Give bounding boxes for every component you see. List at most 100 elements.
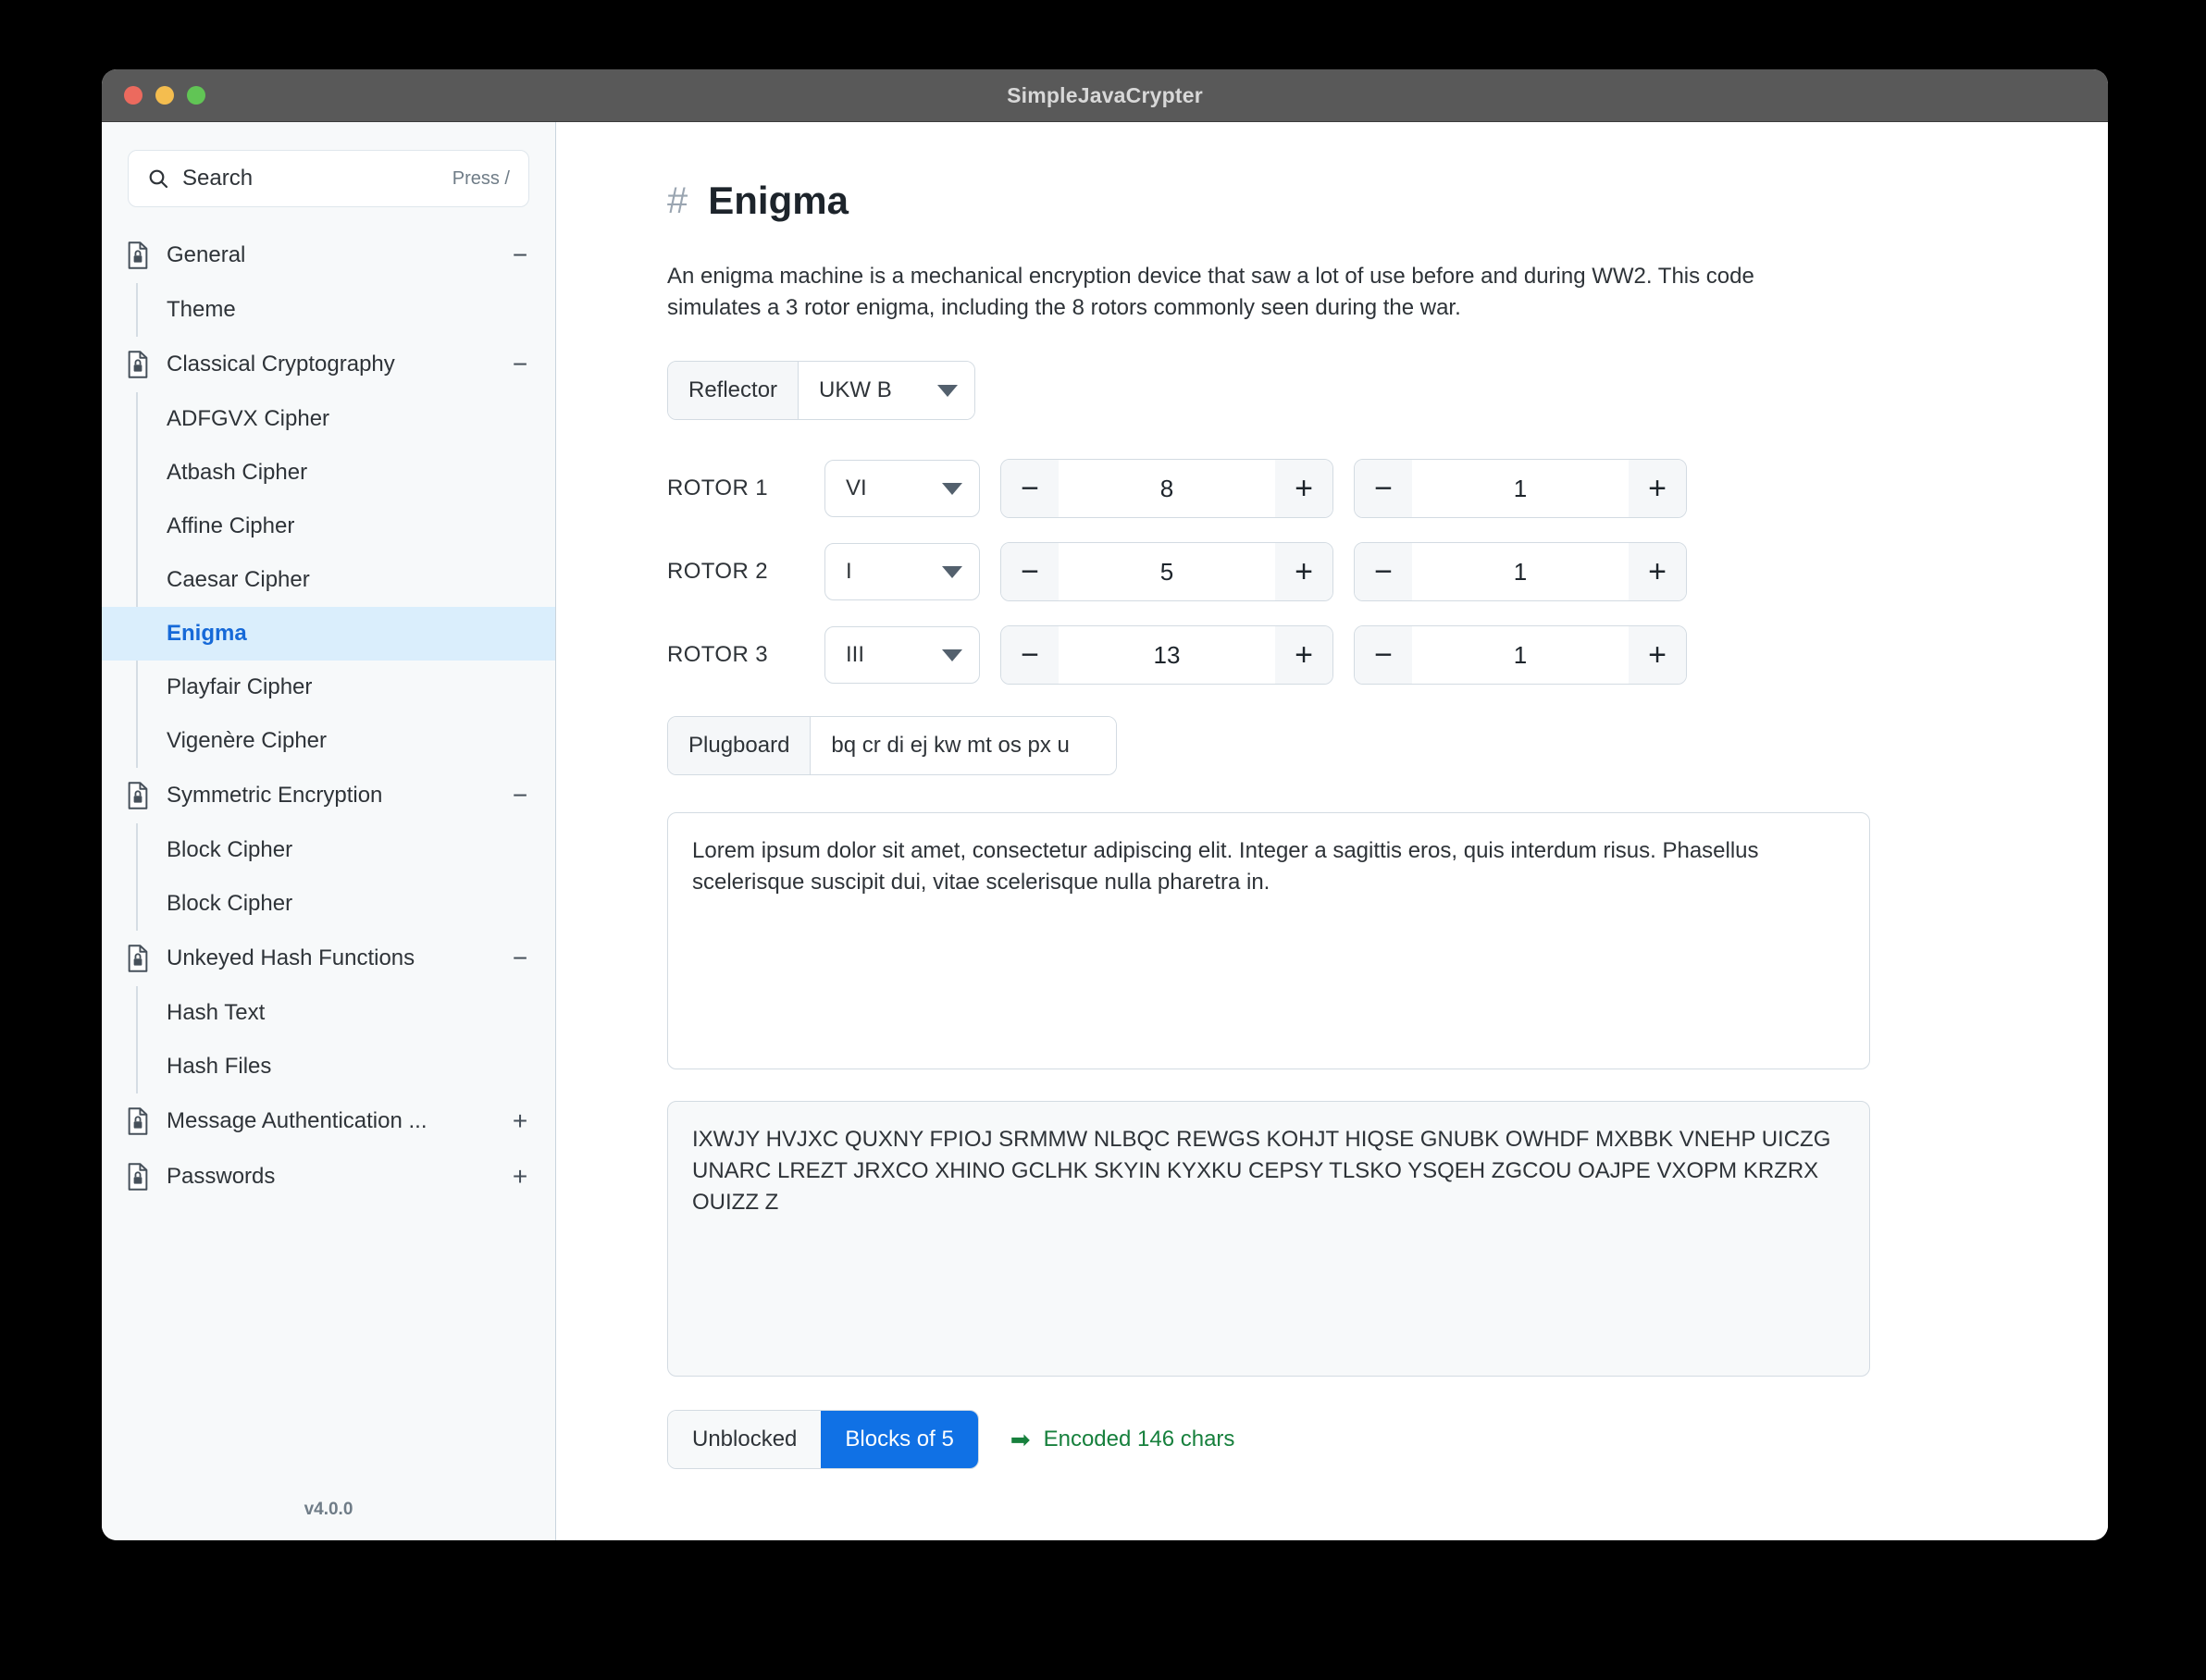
arrow-right-icon: ➡: [1010, 1427, 1031, 1451]
ciphertext-output[interactable]: IXWJY HVJXC QUXNY FPIOJ SRMMW NLBQC REWG…: [667, 1101, 1870, 1377]
rotor-position-value-2[interactable]: 1: [1412, 543, 1629, 600]
rotor-position-decrement-1[interactable]: −: [1355, 460, 1412, 517]
sidebar-group-label: General: [167, 242, 509, 268]
sidebar-group-message-authentication[interactable]: Message Authentication ...+: [102, 1093, 555, 1149]
status-badge: ➡ Encoded 146 chars: [1010, 1427, 1235, 1452]
rotor-type-select-2[interactable]: I: [824, 543, 980, 600]
maximize-icon[interactable]: [187, 86, 205, 105]
minimize-icon[interactable]: [155, 86, 174, 105]
sidebar-item-atbash-cipher[interactable]: Atbash Cipher: [102, 446, 555, 500]
plaintext-input[interactable]: Lorem ipsum dolor sit amet, consectetur …: [667, 812, 1870, 1069]
sidebar-group-toggle-icon[interactable]: −: [509, 783, 531, 809]
rotor-ring-increment-1[interactable]: +: [1275, 460, 1332, 517]
page-description: An enigma machine is a mechanical encryp…: [667, 261, 1842, 324]
rotor-row-3: ROTOR 3III−13+−1+: [667, 625, 2108, 685]
sidebar-group-label: Symmetric Encryption: [167, 783, 509, 809]
app-version: v4.0.0: [102, 1500, 555, 1540]
rotor-ring-decrement-3[interactable]: −: [1001, 626, 1059, 684]
document-lock-icon: [126, 1107, 150, 1135]
sidebar-nav: General−Theme Classical Cryptography−ADF…: [102, 228, 555, 1500]
chevron-down-icon: [942, 566, 962, 578]
rotor-list: ROTOR 1VI−8+−1+ROTOR 2I−5+−1+ROTOR 3III−…: [667, 459, 2108, 685]
rotor-ring-increment-2[interactable]: +: [1275, 543, 1332, 600]
window-title: SimpleJavaCrypter: [102, 83, 2108, 108]
application-window: SimpleJavaCrypter Search Press /: [102, 69, 2108, 1540]
document-lock-icon: [126, 782, 150, 809]
rotor-ring-stepper-2: −5+: [1000, 542, 1333, 601]
rotor-position-decrement-3[interactable]: −: [1355, 626, 1412, 684]
rotor-ring-decrement-2[interactable]: −: [1001, 543, 1059, 600]
sidebar-group-passwords[interactable]: Passwords+: [102, 1149, 555, 1204]
rotor-ring-value-2[interactable]: 5: [1059, 543, 1275, 600]
rotor-position-value-1[interactable]: 1: [1412, 460, 1629, 517]
rotor-ring-value-1[interactable]: 8: [1059, 460, 1275, 517]
sidebar-group-label: Classical Cryptography: [167, 352, 509, 377]
sidebar-item-vigen-re-cipher[interactable]: Vigenère Cipher: [102, 714, 555, 768]
rotor-position-value-3[interactable]: 1: [1412, 626, 1629, 684]
rotor-type-value-1: VI: [846, 476, 867, 501]
rotor-row-1: ROTOR 1VI−8+−1+: [667, 459, 2108, 518]
window-traffic-lights: [124, 86, 205, 105]
reflector-field: Reflector UKW B: [667, 361, 975, 420]
sidebar-group-items: Hash TextHash Files: [102, 986, 555, 1093]
block-mode-blocks-of-5-button[interactable]: Blocks of 5: [821, 1411, 977, 1468]
block-mode-unblocked-button[interactable]: Unblocked: [668, 1411, 821, 1468]
rotor-ring-value-3[interactable]: 13: [1059, 626, 1275, 684]
sidebar-item-playfair-cipher[interactable]: Playfair Cipher: [102, 661, 555, 714]
page-title: # Enigma: [667, 181, 2108, 220]
search-placeholder: Search: [182, 166, 452, 191]
plugboard-label: Plugboard: [668, 717, 811, 774]
rotor-position-stepper-1: −1+: [1354, 459, 1687, 518]
rotor-ring-decrement-1[interactable]: −: [1001, 460, 1059, 517]
rotor-ring-stepper-1: −8+: [1000, 459, 1333, 518]
sidebar-item-enigma[interactable]: Enigma: [102, 607, 555, 661]
sidebar-item-affine-cipher[interactable]: Affine Cipher: [102, 500, 555, 553]
sidebar-group-unkeyed-hash-functions[interactable]: Unkeyed Hash Functions−: [102, 931, 555, 986]
rotor-position-decrement-2[interactable]: −: [1355, 543, 1412, 600]
rotor-ring-stepper-3: −13+: [1000, 625, 1333, 685]
search-input[interactable]: Search Press /: [128, 150, 529, 207]
rotor-position-increment-2[interactable]: +: [1629, 543, 1686, 600]
rotor-type-select-3[interactable]: III: [824, 626, 980, 684]
main-content: # Enigma An enigma machine is a mechanic…: [556, 122, 2108, 1540]
sidebar-group-items: ADFGVX CipherAtbash CipherAffine CipherC…: [102, 392, 555, 768]
sidebar-item-adfgvx-cipher[interactable]: ADFGVX Cipher: [102, 392, 555, 446]
sidebar-group-toggle-icon[interactable]: −: [509, 352, 531, 377]
desktop-background: SimpleJavaCrypter Search Press /: [0, 0, 2206, 1680]
sidebar-group-general[interactable]: General−: [102, 228, 555, 283]
sidebar-item-hash-files[interactable]: Hash Files: [102, 1040, 555, 1093]
reflector-label: Reflector: [668, 362, 799, 419]
rotor-row-2: ROTOR 2I−5+−1+: [667, 542, 2108, 601]
hash-icon: #: [667, 182, 688, 219]
sidebar-group-toggle-icon[interactable]: −: [509, 945, 531, 971]
sidebar-group-toggle-icon[interactable]: +: [509, 1164, 531, 1190]
sidebar-group-items: Theme: [102, 283, 555, 337]
rotor-label-2: ROTOR 2: [667, 559, 804, 585]
document-lock-icon: [126, 351, 150, 378]
sidebar-item-block-cipher[interactable]: Block Cipher: [102, 877, 555, 931]
sidebar-group-classical-cryptography[interactable]: Classical Cryptography−: [102, 337, 555, 392]
sidebar-item-hash-text[interactable]: Hash Text: [102, 986, 555, 1040]
rotor-position-increment-3[interactable]: +: [1629, 626, 1686, 684]
chevron-down-icon: [942, 483, 962, 495]
document-lock-icon: [126, 241, 150, 269]
plugboard-input[interactable]: bq cr di ej kw mt os px u: [811, 717, 1116, 774]
sidebar-group-toggle-icon[interactable]: +: [509, 1108, 531, 1134]
sidebar-group-toggle-icon[interactable]: −: [509, 242, 531, 268]
sidebar-item-block-cipher[interactable]: Block Cipher: [102, 823, 555, 877]
rotor-ring-increment-3[interactable]: +: [1275, 626, 1332, 684]
close-icon[interactable]: [124, 86, 143, 105]
sidebar-group-items: Block CipherBlock Cipher: [102, 823, 555, 931]
search-icon: [147, 167, 169, 190]
rotor-type-select-1[interactable]: VI: [824, 460, 980, 517]
rotor-position-increment-1[interactable]: +: [1629, 460, 1686, 517]
rotor-type-value-3: III: [846, 642, 864, 668]
rotor-label-3: ROTOR 3: [667, 642, 804, 668]
sidebar-group-symmetric-encryption[interactable]: Symmetric Encryption−: [102, 768, 555, 823]
sidebar-group-label: Passwords: [167, 1164, 509, 1190]
sidebar-item-theme[interactable]: Theme: [102, 283, 555, 337]
sidebar-item-caesar-cipher[interactable]: Caesar Cipher: [102, 553, 555, 607]
reflector-select[interactable]: UKW B: [799, 362, 974, 419]
rotor-position-stepper-3: −1+: [1354, 625, 1687, 685]
page-title-text: Enigma: [708, 181, 849, 220]
